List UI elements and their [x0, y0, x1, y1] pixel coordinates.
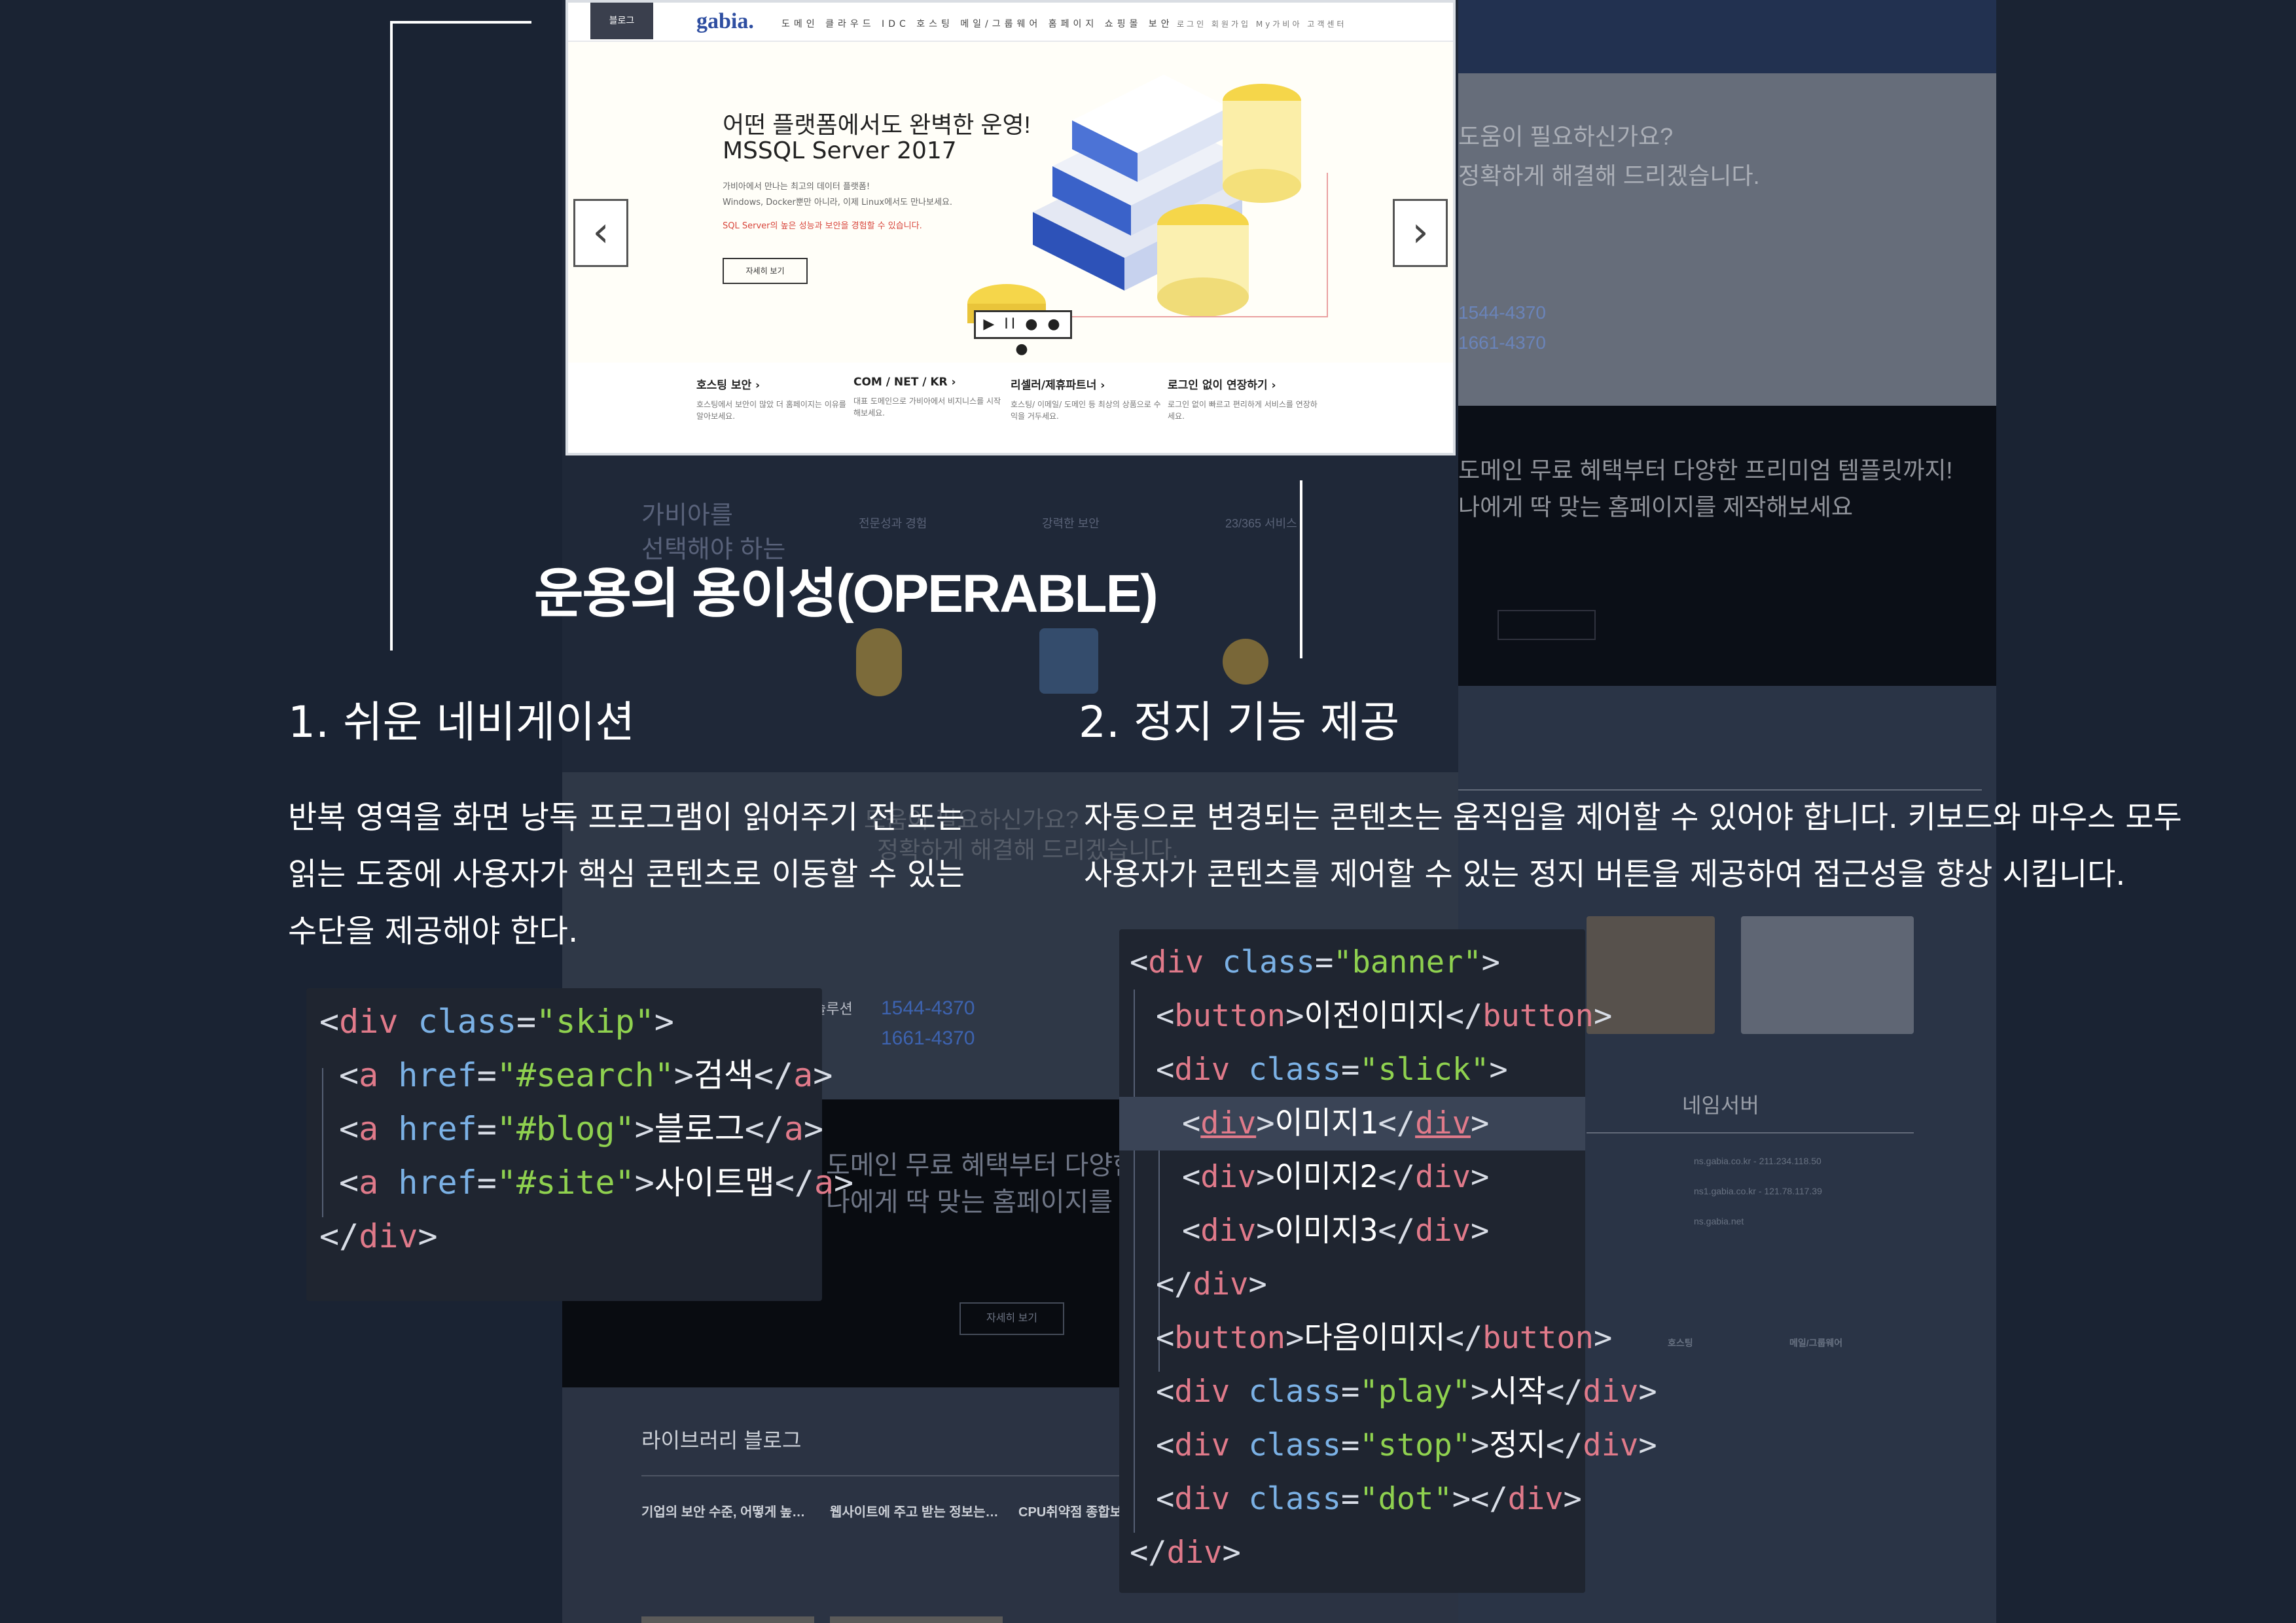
award-badge-icon [856, 628, 902, 696]
code-line: <a href="#blog">블로그</a> [339, 1110, 824, 1148]
blog-item-2: 웹사이트에 주고 받는 정보는… [830, 1505, 999, 1520]
code-line: <a href="#site">사이트맵</a> [339, 1164, 854, 1202]
code-line: </div> [1130, 1535, 1241, 1571]
service-desc: 호스팅/ 이메일/ 도메인 등 최상의 상품으로 수익을 거두세요. [1011, 400, 1161, 421]
hero-desc3: SQL Server의 높은 성능과 보안을 경험할 수 있습니다. [723, 221, 922, 231]
site-util-links[interactable]: 로그인 회원가입 My가비아 고객센터 [1177, 18, 1346, 29]
website-screenshot: 블로그 gabia. 도메인 클라우드 IDC 호스팅 메일/그룹웨어 홈페이지… [565, 0, 1456, 455]
code-block-banner: <div class="banner"> <button>이전이미지</butt… [1119, 929, 1657, 1593]
mid-phone2: 1661-4370 [881, 1027, 975, 1049]
bracket-right-vertical [1300, 480, 1302, 658]
nameserver-3: ns.gabia.net [1694, 1216, 1744, 1226]
slider-prev-arrow[interactable]: ‹ [573, 199, 628, 267]
service-hosting-security[interactable]: 호스팅 보안 › 호스팅에서 보안이 많았 더 홈페이지는 이유를 알아보세요. [696, 376, 847, 422]
mid-phone1: 1544-4370 [881, 997, 975, 1019]
hero-title-line1: 어떤 플랫폼에서도 완벽한 운영! [723, 111, 1031, 138]
service-reseller[interactable]: 리셀러/제휴파트너 › 호스팅/ 이메일/ 도메인 등 최상의 상품으로 수익을… [1011, 376, 1161, 422]
code-line: <div class="play">시작</div> [1156, 1374, 1657, 1410]
section1-line: 반복 영역을 화면 낭독 프로그램이 읽어주기 전 또는 [288, 799, 965, 836]
nav-tab-blog[interactable]: 블로그 [590, 3, 653, 39]
site-menu[interactable]: 도메인 클라우드 IDC 호스팅 메일/그룹웨어 홈페이지 쇼핑몰 보안 [781, 17, 1174, 30]
image3-label: 이미지3 [1274, 1213, 1378, 1249]
code-line: <a href="#search">검색</a> [339, 1056, 833, 1094]
code-line: <div>이미지2</div> [1182, 1159, 1490, 1195]
why-item-3: 23/365 서비스 [1225, 517, 1297, 530]
section2-description: 자동으로 변경되는 콘텐츠는 움직임을 제어할 수 있어야 합니다. 키보드와 … [1084, 789, 2182, 903]
why-item-2: 강력한 보안 [1042, 517, 1100, 530]
section2-line: 사용자가 콘텐츠를 제어할 수 있는 정지 버튼을 제공하여 접근성을 향상 시… [1084, 857, 2126, 893]
slider-next-arrow[interactable]: › [1393, 199, 1448, 267]
code-line: <div class="banner"> [1130, 944, 1500, 980]
code-line: <div class="dot"></div> [1156, 1481, 1582, 1517]
blog-item-3: CPU취약점 종합보… [1018, 1505, 1136, 1520]
server-illustration [967, 75, 1328, 323]
skip-link-search: 검색 [693, 1056, 754, 1094]
skip-link-site: 사이트맵 [654, 1164, 775, 1202]
faded-desk-image [1741, 916, 1914, 1034]
stop-label: 정지 [1489, 1427, 1546, 1463]
play-label: 시작 [1489, 1374, 1546, 1410]
service-title: COM / NET / KR › [853, 376, 956, 389]
section1-description: 반복 영역을 화면 낭독 프로그램이 읽어주기 전 또는 읽는 도중에 사용자가… [288, 789, 965, 960]
faded-phone2: 1661-4370 [1458, 332, 1546, 353]
faded-solve: 정확하게 해결해 드리겠습니다. [1458, 162, 1760, 189]
code-line: </div> [319, 1217, 438, 1255]
prev-button-label: 이전이미지 [1304, 998, 1446, 1034]
service-desc: 대표 도메인으로 가비아에서 비지니스를 시작해보세요. [853, 397, 1001, 418]
faded-promo1: 도메인 무료 혜택부터 다양한 프리미엄 템플릿까지! [1458, 457, 1953, 484]
faded-phone1: 1544-4370 [1458, 302, 1546, 323]
hero-title-line2: MSSQL Server 2017 [723, 137, 957, 164]
site-nav: 블로그 gabia. 도메인 클라우드 IDC 호스팅 메일/그룹웨어 홈페이지… [568, 3, 1453, 42]
service-desc: 로그인 없이 빠르고 편리하게 서비스를 연장하세요. [1168, 400, 1318, 421]
section1-line: 수단을 제공해야 한다. [288, 913, 579, 950]
service-renew[interactable]: 로그인 없이 연장하기 › 로그인 없이 빠르고 편리하게 서비스를 연장하세요… [1168, 376, 1318, 422]
nameserver-title: 네임서버 [1682, 1094, 1759, 1117]
code-line: <div class="skip"> [319, 1003, 674, 1041]
clock-24-icon [1223, 639, 1268, 685]
page-title: 운용의 용이성(OPERABLE) [534, 564, 1158, 624]
blog-item-1: 기업의 보안 수준, 어떻게 높… [641, 1505, 806, 1520]
nameserver-2: ns1.gabia.co.kr - 121.78.117.39 [1694, 1186, 1822, 1196]
mid-promo-button: 자세히 보기 [960, 1302, 1064, 1335]
code-line-highlighted: <div>이미지1</div> [1119, 1097, 1585, 1150]
faded-promo-button [1498, 610, 1596, 640]
image2-label: 이미지2 [1274, 1159, 1378, 1195]
section2-line: 자동으로 변경되는 콘텐츠는 움직임을 제어할 수 있어야 합니다. 키보드와 … [1084, 800, 2182, 836]
blog-title: 라이브러리 블로그 [641, 1429, 802, 1452]
site-logo[interactable]: gabia. [696, 9, 754, 34]
code-line: <div class="slick"> [1156, 1052, 1508, 1088]
service-title: 로그인 없이 연장하기 › [1168, 379, 1276, 392]
code-line: <button>이전이미지</button> [1156, 998, 1613, 1034]
code-line: <button>다음이미지</button> [1156, 1320, 1613, 1356]
code-line: </div> [1156, 1266, 1267, 1302]
hero-desc1: 가비아에서 만나는 최고의 데이터 플랫폼! [723, 182, 870, 192]
section1-line: 읽는 도중에 사용자가 핵심 콘텐츠로 이동할 수 있는 [288, 856, 965, 893]
service-title: 호스팅 보안 › [696, 379, 761, 392]
code-line: <div>이미지3</div> [1182, 1213, 1490, 1249]
service-title: 리셀러/제휴파트너 › [1011, 379, 1105, 392]
code-block-skip: <div class="skip"> <a href="#search">검색<… [306, 988, 854, 1301]
why-title1: 가비아를 [641, 502, 733, 529]
hero-detail-button[interactable]: 자세히 보기 [723, 258, 808, 284]
why-item-1: 전문성과 경험 [859, 517, 927, 530]
footer-col1-title: 호스팅 [1668, 1338, 1693, 1348]
hero-desc2: Windows, Docker뿐만 아니라, 이제 Linux에서도 만나보세요… [723, 198, 953, 207]
bracket-left-horizontal [390, 21, 531, 24]
nameserver-1: ns.gabia.co.kr - 211.234.118.50 [1694, 1156, 1821, 1166]
slider-controls[interactable]: ▶ II ● ● ● [974, 310, 1072, 357]
skip-link-blog: 블로그 [654, 1110, 745, 1148]
service-domain[interactable]: COM / NET / KR › 대표 도메인으로 가비아에서 비지니스를 시작… [853, 376, 1004, 419]
secure-server-icon [1039, 628, 1098, 694]
next-button-label: 다음이미지 [1304, 1320, 1446, 1356]
code-line: <div class="stop">정지</div> [1156, 1427, 1657, 1463]
section2-heading: 2. 정지 기능 제공 [1079, 697, 1400, 747]
image1-label: 이미지1 [1274, 1105, 1378, 1141]
footer-col2-title: 메일/그룹웨어 [1789, 1338, 1843, 1348]
faded-question: 도움이 필요하신가요? [1458, 123, 1674, 150]
bracket-left-vertical [390, 21, 393, 651]
section1-heading: 1. 쉬운 네비게이션 [288, 697, 635, 747]
faded-promo2: 나에게 딱 맞는 홈페이지를 제작해보세요 [1458, 493, 1854, 520]
service-desc: 호스팅에서 보안이 많았 더 홈페이지는 이유를 알아보세요. [696, 400, 846, 421]
